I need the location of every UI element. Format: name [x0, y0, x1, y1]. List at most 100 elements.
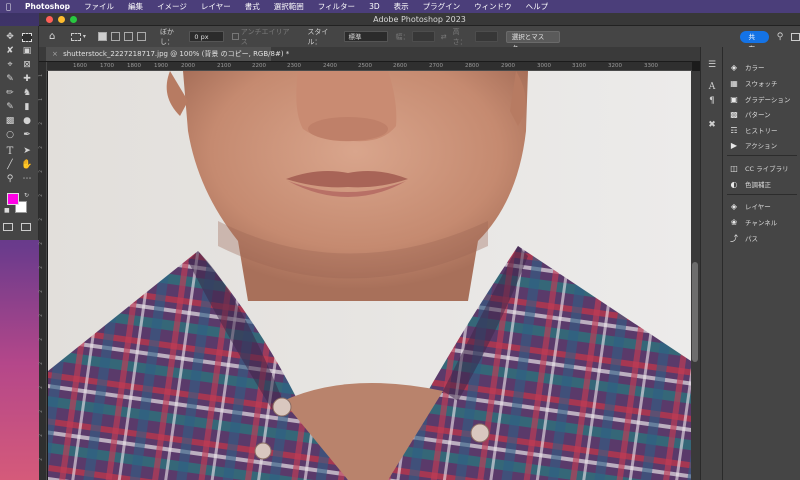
share-button[interactable]: 共有 [740, 30, 769, 53]
height-input[interactable] [474, 31, 498, 42]
ruler-tick: 2500 [358, 63, 372, 69]
menu-edit[interactable]: 編集 [121, 1, 150, 12]
menu-image[interactable]: イメージ [150, 1, 194, 12]
object-select-tool-icon[interactable]: ▣ [20, 45, 34, 58]
scrollbar-thumb[interactable] [692, 262, 698, 362]
panel-history[interactable]: ☶ ヒストリー [729, 125, 778, 136]
panel-gradients[interactable]: ▣ グラデーション [729, 94, 790, 105]
panel-label: ヒストリー [745, 127, 778, 135]
subtract-selection-icon[interactable] [123, 32, 133, 41]
default-colors-icon[interactable]: ■ [4, 207, 10, 214]
marquee-preset-icon[interactable] [71, 32, 81, 41]
panel-label: CC ライブラリ [745, 165, 789, 173]
menu-type[interactable]: 書式 [238, 1, 267, 12]
crop-tool-icon[interactable]: ⌖ [3, 59, 17, 72]
tools-preset-icon[interactable]: ✖ [706, 119, 718, 131]
menu-plugins[interactable]: プラグイン [416, 1, 468, 12]
history-icon: ☶ [730, 125, 738, 135]
zoom-window-button[interactable] [70, 16, 77, 23]
type-tool-icon[interactable]: T [3, 145, 17, 158]
panel-divider [727, 155, 797, 156]
menu-app-name[interactable]: Photoshop [18, 2, 77, 11]
feather-label: ぼかし： [159, 27, 174, 46]
lasso-tool-icon[interactable]: ✘ [3, 45, 17, 58]
screen-mode-icon[interactable] [21, 223, 31, 231]
ruler-tick: 2800 [465, 63, 479, 69]
panel-paths[interactable]: ⤴ パス [729, 233, 758, 244]
tab-close-icon[interactable]: × [52, 50, 58, 58]
more-tools-icon[interactable]: ⋯ [20, 173, 34, 186]
panel-layers[interactable]: ◈ レイヤー [729, 201, 771, 212]
apple-icon[interactable]:  [6, 2, 18, 11]
ruler-tick: 2 [39, 314, 44, 317]
eyedropper-tool-icon[interactable]: ✎ [3, 73, 17, 86]
ruler-tick: 1900 [154, 63, 168, 69]
clone-stamp-tool-icon[interactable]: ♞ [20, 87, 34, 100]
menu-select[interactable]: 選択範囲 [267, 1, 311, 12]
new-selection-icon[interactable] [97, 32, 107, 41]
blur-tool-icon[interactable]: ● [20, 115, 34, 128]
panel-swatches[interactable]: ▦ スウォッチ [729, 78, 777, 89]
foreground-color-swatch[interactable] [7, 193, 19, 205]
ruler-tick: 3200 [608, 63, 622, 69]
search-icon[interactable]: ⚲ [777, 32, 784, 42]
selection-mode-group [96, 32, 148, 41]
add-selection-icon[interactable] [110, 32, 120, 41]
paragraph-icon[interactable]: ¶ [706, 95, 718, 107]
panel-actions[interactable]: ▶ アクション [729, 140, 777, 151]
ruler-tick: 2 [39, 410, 44, 413]
macos-menubar:  Photoshop ファイル 編集 イメージ レイヤー 書式 選択範囲 フィ… [0, 0, 800, 13]
panel-color[interactable]: ◈ カラー [729, 62, 765, 73]
feather-input[interactable]: 0 px [189, 31, 224, 42]
panel-icon-strip: ☰ A ¶ ✖ [700, 47, 722, 480]
character-icon[interactable]: A [706, 81, 718, 93]
properties-icon[interactable]: ☰ [706, 59, 718, 71]
chevron-down-icon[interactable]: ▾ [83, 33, 86, 40]
move-tool-icon[interactable]: ✥ [3, 31, 17, 44]
panel-patterns[interactable]: ▩ パターン [729, 109, 770, 120]
libraries-icon: ◫ [730, 163, 738, 173]
zoom-tool-icon[interactable]: ⚲ [3, 173, 17, 186]
panel-adjustments[interactable]: ◐ 色調補正 [729, 179, 772, 190]
select-and-mask-button[interactable]: 選択とマスク... [505, 30, 561, 52]
frame-tool-icon[interactable]: ⊠ [20, 59, 34, 72]
swap-colors-icon[interactable]: ↻ [24, 192, 29, 199]
menu-file[interactable]: ファイル [77, 1, 121, 12]
panels-dock: ◈ カラー ▦ スウォッチ ▣ グラデーション ▩ パターン ☶ ヒストリー ▶… [722, 47, 800, 480]
dodge-tool-icon[interactable]: ○ [3, 129, 17, 142]
menu-filter[interactable]: フィルター [311, 1, 362, 12]
panel-libraries[interactable]: ◫ CC ライブラリ [729, 163, 789, 174]
path-select-tool-icon[interactable]: ➤ [20, 145, 34, 158]
quick-mask-icon[interactable] [3, 223, 13, 231]
eraser-tool-icon[interactable]: ▮ [20, 101, 34, 114]
hand-tool-icon[interactable]: ✋ [20, 159, 34, 172]
menu-3d[interactable]: 3D [362, 2, 387, 11]
gradient-tool-icon[interactable]: ▩ [3, 115, 17, 128]
marquee-tool-icon[interactable] [22, 33, 32, 42]
workspace-icon[interactable] [791, 32, 800, 41]
pen-tool-icon[interactable]: ✒ [20, 129, 34, 142]
home-icon[interactable]: ⌂ [49, 31, 55, 42]
line-tool-icon[interactable]: ╱ [3, 159, 17, 172]
panel-channels[interactable]: ❀ チャンネル [729, 217, 778, 228]
width-input[interactable] [411, 31, 435, 42]
tools-panel: ✥ ✘ ▣ ⌖ ⊠ ✎ ✚ ✏ ♞ ✎ ▮ ▩ ● ○ ✒ T ➤ ╱ ✋ ⚲ … [0, 26, 39, 240]
menu-window[interactable]: ウィンドウ [467, 1, 519, 12]
vertical-ruler: 1 1 2 2 2 2 2 2 2 2 2 2 2 2 2 2 2 [39, 62, 47, 480]
style-select[interactable]: 標準 [343, 31, 388, 42]
brush-tool-icon[interactable]: ✏ [3, 87, 17, 100]
intersect-selection-icon[interactable] [136, 32, 146, 41]
document-canvas[interactable] [48, 71, 691, 480]
history-brush-tool-icon[interactable]: ✎ [3, 101, 17, 114]
ruler-tick: 1 [39, 98, 44, 101]
menu-view[interactable]: 表示 [387, 1, 416, 12]
healing-brush-tool-icon[interactable]: ✚ [20, 73, 34, 86]
document-tab[interactable]: × shutterstock_2227218717.jpg @ 100% (背景… [46, 47, 289, 61]
minimize-window-button[interactable] [58, 16, 65, 23]
antialias-checkbox[interactable] [231, 33, 239, 40]
ruler-tick: 2400 [323, 63, 337, 69]
menu-help[interactable]: ヘルプ [519, 1, 556, 12]
menu-layer[interactable]: レイヤー [194, 1, 238, 12]
swap-icon[interactable]: ⇄ [441, 33, 447, 41]
close-window-button[interactable] [46, 16, 53, 23]
